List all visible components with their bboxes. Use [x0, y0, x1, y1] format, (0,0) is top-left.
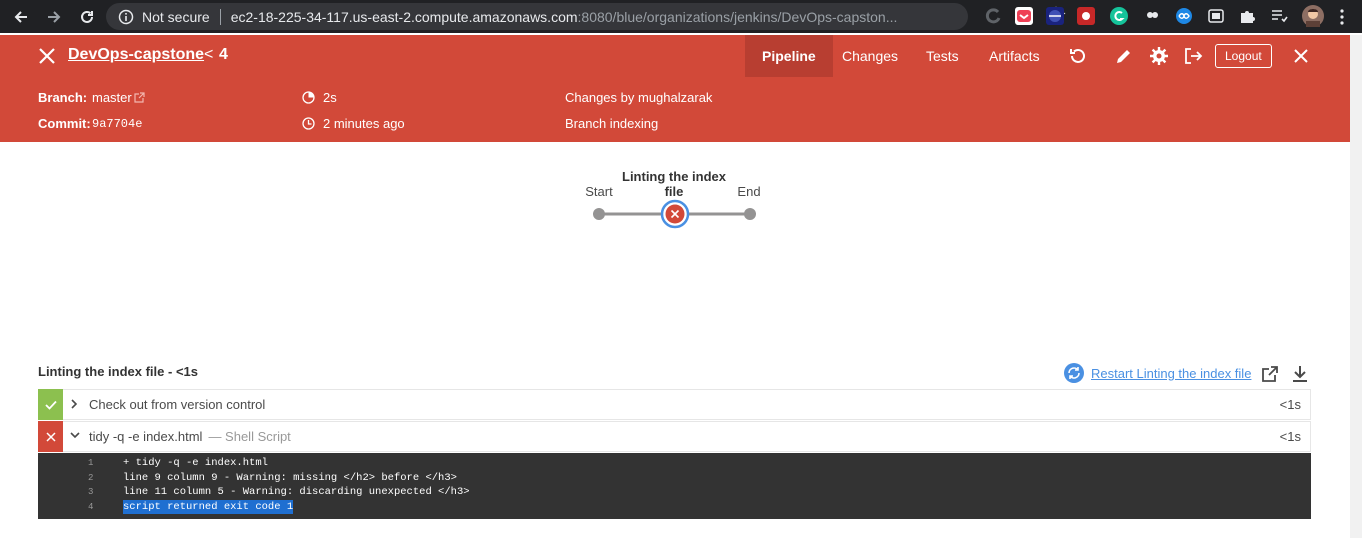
browser-toolbar: Not secure ec2-18-225-34-117.us-east-2.c…: [0, 0, 1362, 33]
step-duration: <1s: [1279, 429, 1301, 444]
address-divider: [219, 8, 221, 25]
steps-title: Linting the index file - <1s: [38, 364, 198, 379]
log-line: 1 + tidy -q -e index.html: [38, 456, 1311, 471]
grammarly-icon[interactable]: [1110, 7, 1128, 25]
logout-button[interactable]: Logout: [1215, 44, 1272, 68]
settings-gear-icon[interactable]: [1149, 46, 1169, 66]
log-line: 4 script returned exit code 1: [38, 499, 1311, 515]
tab-changes[interactable]: Changes: [825, 35, 915, 77]
pipeline-title-link[interactable]: DevOps-capstone: [68, 46, 204, 64]
log-line: 3 line 11 column 5 - Warning: discarding …: [38, 485, 1311, 500]
step-name: tidy -q -e index.html: [89, 429, 203, 444]
clock-icon: [302, 117, 315, 130]
run-separator: <: [204, 46, 214, 63]
step-duration: <1s: [1279, 397, 1301, 412]
duration-value: 2s: [323, 90, 337, 105]
commit-value[interactable]: 9a7704e: [92, 117, 142, 131]
restart-icon[interactable]: [1063, 362, 1085, 384]
log-text-highlighted: script returned exit code 1: [123, 499, 294, 514]
extension-g-icon[interactable]: [984, 7, 1002, 25]
stage-label-line2: file: [664, 184, 684, 199]
url-host: ec2-18-225-34-117.us-east-2.compute.amaz…: [230, 8, 578, 25]
run-header: DevOps-capstone < 4 Pipeline Changes Tes…: [0, 35, 1350, 77]
log-line-number[interactable]: 1: [88, 456, 93, 471]
failed-status: [38, 421, 63, 452]
changes-by: Changes by mughalzarak: [565, 90, 713, 105]
profile-avatar[interactable]: [1302, 5, 1324, 27]
run-number: 4: [219, 46, 228, 63]
close-run-icon[interactable]: [38, 47, 56, 65]
failed-stage-node[interactable]: [660, 199, 690, 229]
rerun-icon[interactable]: [1068, 46, 1088, 66]
browser-menu-icon[interactable]: [1340, 9, 1344, 25]
address-bar[interactable]: Not secure ec2-18-225-34-117.us-east-2.c…: [106, 3, 1066, 30]
open-external-icon[interactable]: [1261, 365, 1279, 383]
extension-puzzle-red-icon[interactable]: [1077, 7, 1095, 25]
log-text: line 9 column 9 - Warning: missing </h2>…: [123, 471, 457, 484]
duration-icon: [302, 91, 315, 104]
reload-icon[interactable]: [75, 5, 99, 29]
reading-list-icon[interactable]: [1270, 7, 1288, 25]
forward-icon[interactable]: [42, 5, 66, 29]
checkmark-icon: [44, 400, 57, 410]
log-line: 2 line 9 column 9 - Warning: missing </h2…: [38, 471, 1311, 486]
back-icon[interactable]: [9, 5, 33, 29]
run-cause: Branch indexing: [565, 116, 659, 131]
success-status: [38, 389, 63, 420]
security-label: Not secure: [142, 8, 210, 25]
download-icon[interactable]: [1292, 365, 1308, 383]
go-to-classic-icon[interactable]: [1183, 46, 1203, 66]
console-log[interactable]: 1 + tidy -q -e index.html 2 line 9 column …: [38, 453, 1311, 519]
commit-label: Commit:: [38, 116, 91, 131]
close-icon[interactable]: [1291, 46, 1311, 66]
extension-eclipse-icon[interactable]: [1046, 7, 1064, 25]
edit-pencil-icon[interactable]: [1114, 46, 1134, 66]
step-row[interactable]: tidy -q -e index.html — Shell Script <1s: [38, 421, 1311, 452]
end-node: [744, 208, 756, 220]
chevron-right-icon[interactable]: [69, 398, 79, 410]
extension-screen-icon[interactable]: [1207, 7, 1225, 25]
branch-value[interactable]: master: [92, 90, 132, 105]
tab-pipeline[interactable]: Pipeline: [745, 35, 833, 77]
branch-label: Branch:: [38, 90, 88, 105]
extension-infinity-icon[interactable]: [1175, 7, 1193, 25]
step-type: — Shell Script: [208, 429, 291, 444]
end-label: End: [737, 184, 761, 199]
restart-label[interactable]: Restart Linting the index file: [1091, 366, 1251, 381]
log-line-number[interactable]: 3: [88, 485, 93, 500]
pipeline-graph: [593, 199, 756, 229]
log-line-number[interactable]: 4: [88, 500, 93, 515]
step-row[interactable]: Check out from version control <1s: [38, 389, 1311, 420]
page-scrollbar[interactable]: [1350, 35, 1362, 538]
restart-stage-link[interactable]: Restart Linting the index file: [1063, 362, 1251, 384]
extension-dark-icon[interactable]: [1143, 7, 1161, 25]
step-name: Check out from version control: [89, 397, 266, 412]
run-summary: Branch: master Commit: 9a7704e 2s 2 minu…: [0, 77, 1350, 142]
start-node: [593, 208, 605, 220]
extension-pocket-icon[interactable]: [1015, 7, 1033, 25]
stage-label-line1: Linting the index: [622, 169, 726, 184]
tab-artifacts[interactable]: Artifacts: [972, 35, 1057, 77]
info-icon[interactable]: [118, 9, 134, 25]
url-path: :8080/blue/organizations/jenkins/DevOps-…: [577, 8, 898, 25]
log-line-number[interactable]: 2: [88, 471, 93, 486]
tab-tests[interactable]: Tests: [909, 35, 976, 77]
chevron-down-icon[interactable]: [69, 430, 81, 440]
x-icon: [45, 431, 56, 442]
log-text: line 11 column 5 - Warning: discarding u…: [123, 486, 470, 498]
time-ago-value: 2 minutes ago: [323, 116, 405, 131]
external-link-icon[interactable]: [134, 92, 145, 103]
extensions-puzzle-icon[interactable]: [1238, 7, 1256, 25]
log-text: + tidy -q -e index.html: [123, 457, 268, 469]
